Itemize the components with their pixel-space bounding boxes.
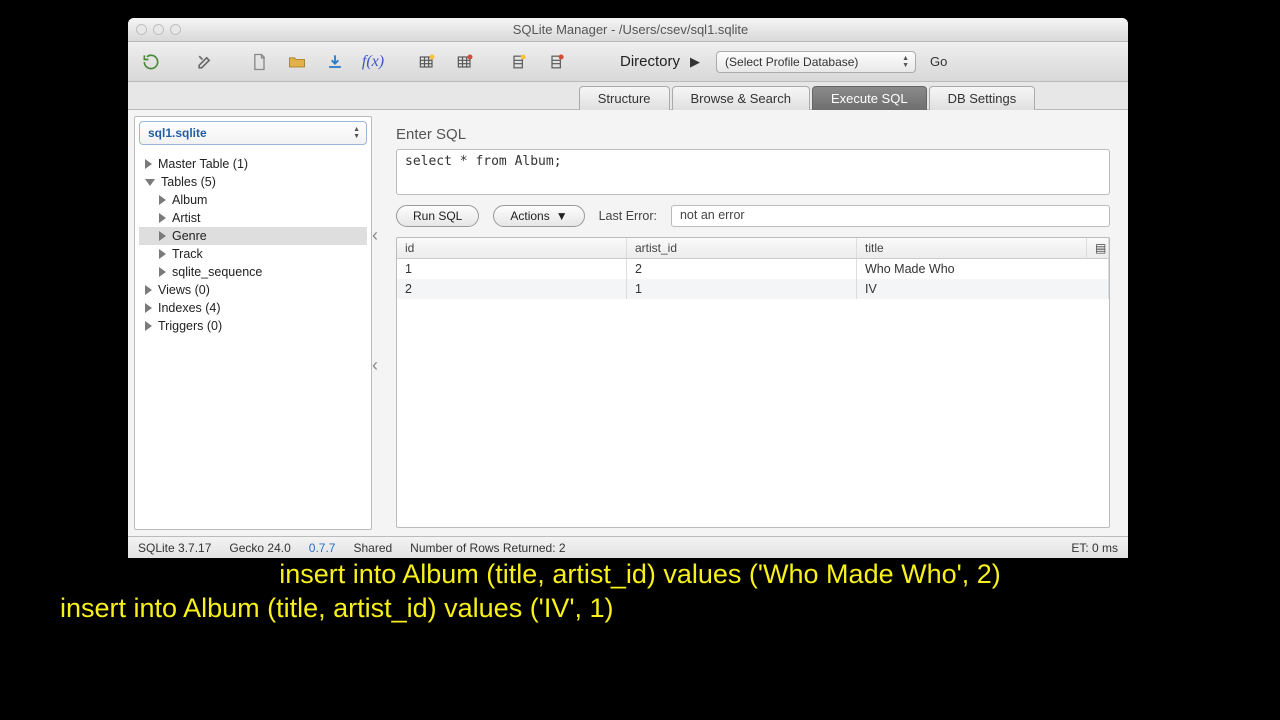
action-row: Run SQL Actions▼ Last Error: not an erro… — [396, 205, 1110, 227]
results-body: 1 2 Who Made Who 2 1 IV — [397, 259, 1109, 299]
tree-table-artist[interactable]: Artist — [139, 209, 367, 227]
column-menu-icon[interactable]: ▤ — [1087, 238, 1109, 258]
directory-label: Directory — [620, 53, 680, 70]
chevron-right-icon — [159, 213, 166, 223]
refresh-icon[interactable] — [134, 48, 168, 76]
tree-table-genre[interactable]: Genre — [139, 227, 367, 245]
minimize-icon[interactable] — [153, 24, 164, 35]
tree-indexes[interactable]: Indexes (4) — [139, 299, 367, 317]
status-et: ET: 0 ms — [1071, 541, 1118, 555]
chevron-right-icon — [159, 195, 166, 205]
tree-table-track[interactable]: Track — [139, 245, 367, 263]
function-icon[interactable]: f(x) — [356, 48, 390, 76]
zoom-icon[interactable] — [170, 24, 181, 35]
tree-tables[interactable]: Tables (5) — [139, 173, 367, 191]
results-table: id artist_id title ▤ 1 2 Who Made Who 2 … — [396, 237, 1110, 528]
chevron-right-icon — [145, 159, 152, 169]
tab-structure[interactable]: Structure — [579, 86, 670, 110]
status-bar: SQLite 3.7.17 Gecko 24.0 0.7.7 Shared Nu… — [128, 536, 1128, 558]
new-table-icon[interactable] — [410, 48, 444, 76]
status-rows: Number of Rows Returned: 2 — [410, 541, 565, 555]
table-row[interactable]: 2 1 IV — [397, 279, 1109, 299]
titlebar: SQLite Manager - /Users/csev/sql1.sqlite — [128, 18, 1128, 42]
tree-triggers[interactable]: Triggers (0) — [139, 317, 367, 335]
select-stepper-icon: ▲▼ — [902, 55, 909, 69]
chevron-right-icon — [159, 231, 166, 241]
status-gecko: Gecko 24.0 — [229, 541, 290, 555]
new-file-icon[interactable] — [242, 48, 276, 76]
body: sql1.sqlite ▲▼ Master Table (1) Tables (… — [128, 110, 1128, 536]
chevron-right-icon — [145, 285, 152, 295]
new-column-icon[interactable] — [502, 48, 536, 76]
chevron-right-icon — [145, 321, 152, 331]
play-icon[interactable]: ▶ — [690, 54, 700, 70]
profile-placeholder: (Select Profile Database) — [725, 55, 858, 69]
tools-icon[interactable] — [188, 48, 222, 76]
annotation-line-1: insert into Album (title, artist_id) val… — [0, 558, 1280, 592]
delete-table-icon[interactable] — [448, 48, 482, 76]
sidebar: sql1.sqlite ▲▼ Master Table (1) Tables (… — [134, 116, 372, 530]
status-mode: Shared — [353, 541, 392, 555]
toolbar: f(x) Directory ▶ (Select Profile Databas… — [128, 42, 1128, 82]
column-artist-id[interactable]: artist_id — [627, 238, 857, 258]
chevron-right-icon — [145, 303, 152, 313]
database-name: sql1.sqlite — [148, 126, 207, 140]
tree-table-sqlite-sequence[interactable]: sqlite_sequence — [139, 263, 367, 281]
open-folder-icon[interactable] — [280, 48, 314, 76]
tree-master-table[interactable]: Master Table (1) — [139, 155, 367, 173]
sql-input[interactable] — [396, 149, 1110, 195]
column-id[interactable]: id — [397, 238, 627, 258]
chevron-down-icon — [145, 179, 155, 186]
last-error-value: not an error — [671, 205, 1110, 227]
last-error-label: Last Error: — [599, 209, 657, 223]
results-header: id artist_id title ▤ — [397, 238, 1109, 259]
window-controls — [136, 24, 181, 35]
import-icon[interactable] — [318, 48, 352, 76]
go-button[interactable]: Go — [930, 54, 947, 69]
tab-browse[interactable]: Browse & Search — [672, 86, 810, 110]
slide-annotation: insert into Album (title, artist_id) val… — [0, 558, 1280, 626]
window-title: SQLite Manager - /Users/csev/sql1.sqlite — [191, 22, 1070, 37]
collapse-handle-icon[interactable]: ‹ — [372, 230, 378, 250]
chevron-right-icon — [159, 267, 166, 277]
chevron-down-icon: ▼ — [556, 209, 568, 223]
tab-execute-sql[interactable]: Execute SQL — [812, 86, 927, 110]
table-row[interactable]: 1 2 Who Made Who — [397, 259, 1109, 279]
delete-column-icon[interactable] — [540, 48, 574, 76]
app-window: SQLite Manager - /Users/csev/sql1.sqlite… — [128, 18, 1128, 558]
db-tree: Master Table (1) Tables (5) Album Artist… — [135, 149, 371, 341]
main-panel: ‹ ‹ Enter SQL Run SQL Actions▼ Last Erro… — [378, 110, 1128, 536]
chevron-right-icon — [159, 249, 166, 259]
tree-views[interactable]: Views (0) — [139, 281, 367, 299]
tabs: Structure Browse & Search Execute SQL DB… — [128, 82, 1128, 110]
select-stepper-icon: ▲▼ — [353, 126, 360, 140]
close-icon[interactable] — [136, 24, 147, 35]
enter-sql-label: Enter SQL — [396, 126, 1110, 143]
annotation-line-2: insert into Album (title, artist_id) val… — [0, 592, 1280, 626]
tree-table-album[interactable]: Album — [139, 191, 367, 209]
collapse-handle-icon[interactable]: ‹ — [372, 360, 378, 380]
status-sqlite: SQLite 3.7.17 — [138, 541, 211, 555]
status-version: 0.7.7 — [309, 541, 336, 555]
database-select[interactable]: sql1.sqlite ▲▼ — [139, 121, 367, 145]
column-title[interactable]: title — [857, 238, 1087, 258]
run-sql-button[interactable]: Run SQL — [396, 205, 479, 227]
profile-database-select[interactable]: (Select Profile Database) ▲▼ — [716, 51, 916, 73]
tab-db-settings[interactable]: DB Settings — [929, 86, 1036, 110]
actions-dropdown[interactable]: Actions▼ — [493, 205, 584, 227]
